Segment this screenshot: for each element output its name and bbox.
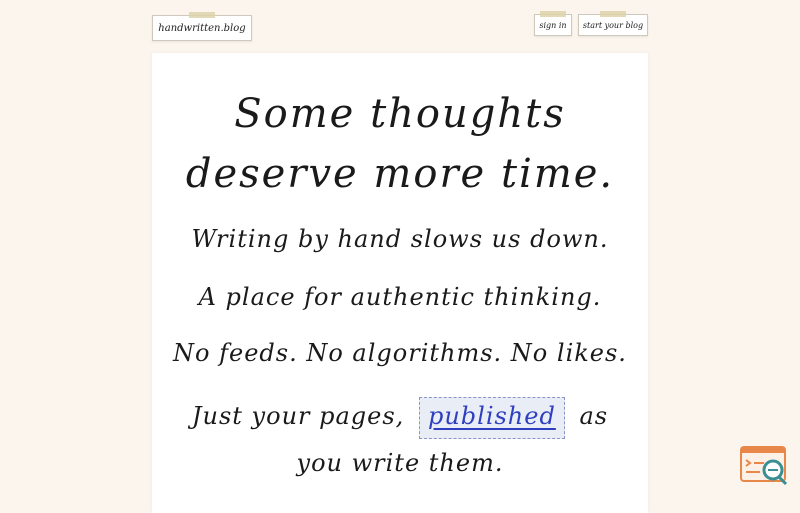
content-line-4-after: as [579,402,609,430]
hero-title-line-1: Some thoughts [234,91,566,137]
content-line-4-before: Just your pages, [191,402,405,430]
sign-in-button[interactable]: sign in [534,11,572,36]
search-document-icon [740,446,788,486]
sign-in-label: sign in [539,20,567,30]
content-line-3: No feeds. No algorithms. No likes. [173,339,627,367]
tape-decoration [600,11,626,17]
logo[interactable]: handwritten.blog [152,12,252,41]
tape-decoration [540,11,566,17]
start-blog-label: start your blog [582,20,644,30]
search-document-widget[interactable] [740,446,788,486]
paper-sheet: Some thoughts deserve more time. Writing… [152,53,648,513]
content-line-1: Writing by hand slows us down. [191,225,609,253]
hero-title-line-2: deserve more time. [185,151,615,197]
start-blog-button[interactable]: start your blog [578,11,648,36]
content-line-5: you write them. [296,449,504,477]
logo-text: handwritten.blog [158,22,246,34]
content-line-4: Just your pages, published as [152,397,648,439]
content-line-2: A place for authentic thinking. [198,283,602,311]
tape-decoration [189,12,215,18]
published-link[interactable]: published [418,397,565,439]
